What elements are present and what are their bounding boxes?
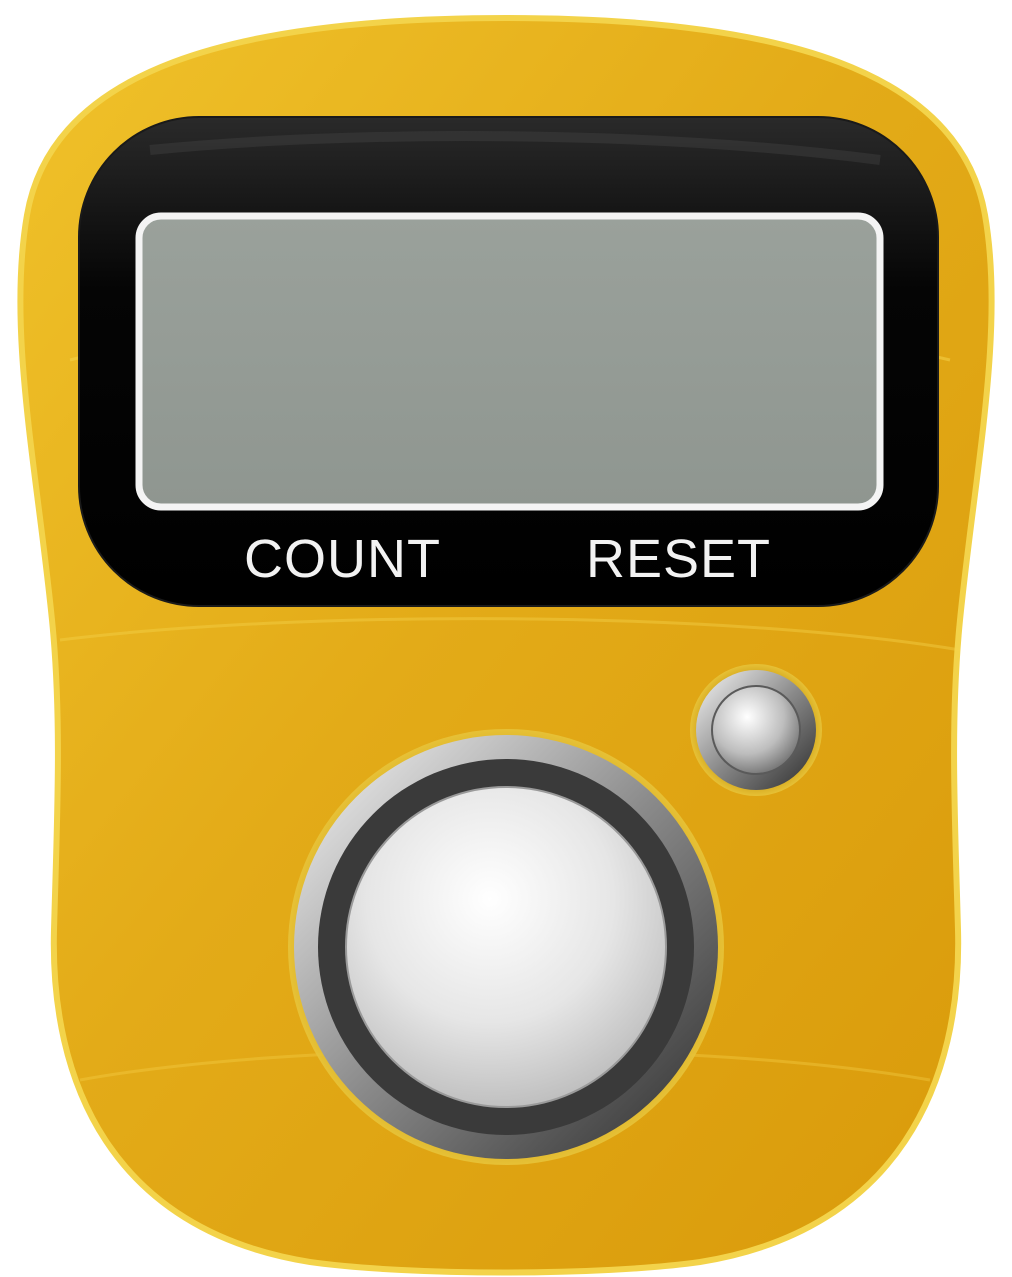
reset-button[interactable]: [711, 685, 801, 775]
count-label: COUNT: [244, 529, 441, 589]
lcd-screen: [135, 212, 884, 511]
count-button[interactable]: [345, 786, 667, 1108]
reset-label: RESET: [586, 529, 772, 589]
tally-counter: [17, 14, 995, 1276]
